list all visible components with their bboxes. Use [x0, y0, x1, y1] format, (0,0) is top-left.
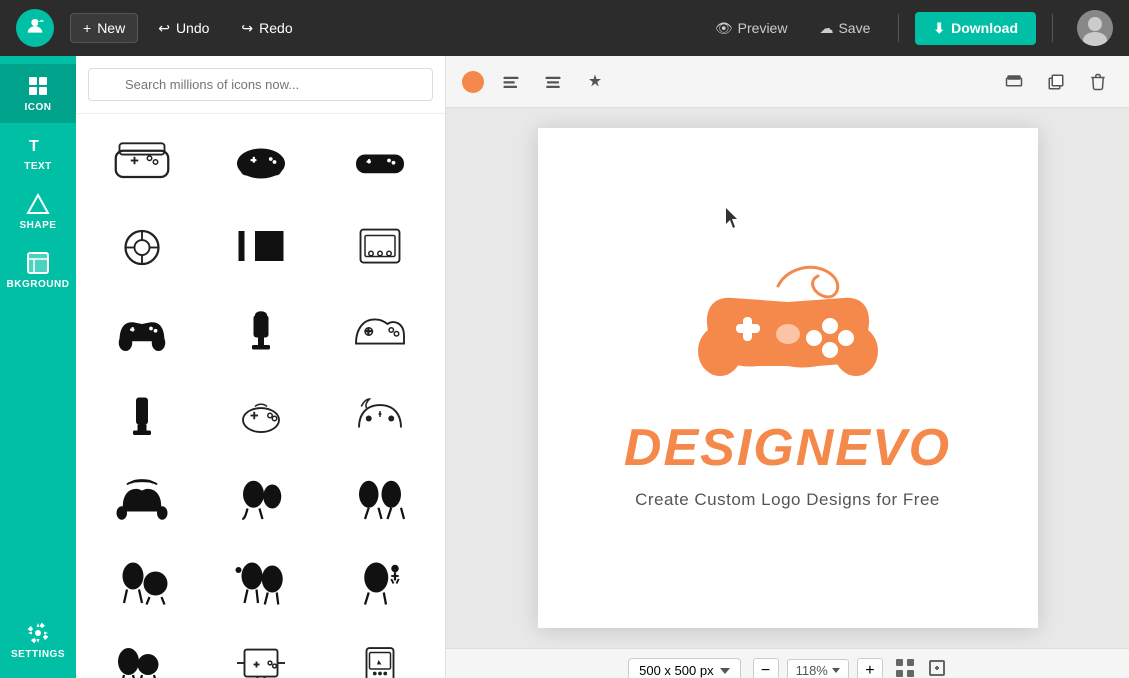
align-left-button[interactable]: [496, 67, 526, 97]
list-item[interactable]: [203, 626, 318, 678]
main-layout: ICON T TEXT SHAPE BKGROUND SETTINGS: [0, 56, 1129, 678]
duplicate-button[interactable]: [1041, 67, 1071, 97]
list-item[interactable]: [322, 542, 437, 622]
download-button[interactable]: ⬇ Download: [915, 12, 1036, 45]
list-item[interactable]: [84, 206, 199, 286]
list-item[interactable]: [84, 626, 199, 678]
list-item[interactable]: [84, 290, 199, 370]
sidebar-item-settings[interactable]: SETTINGS: [0, 611, 76, 670]
svg-text:T: T: [29, 138, 39, 155]
sidebar-item-shape[interactable]: SHAPE: [0, 182, 76, 241]
canvas-board[interactable]: DESIGNEVO Create Custom Logo Designs for…: [538, 128, 1038, 628]
toolbar: + New ↩ Undo ↪ Redo 👁 Preview ☁ Save ⬇ D…: [0, 0, 1129, 56]
list-item[interactable]: [203, 458, 318, 538]
icons-grid: [76, 114, 445, 678]
preview-button[interactable]: 👁 Preview: [703, 14, 800, 43]
canvas-bottom-bar: 500 x 500 px − 118% +: [446, 648, 1129, 678]
sidebar-item-bkground[interactable]: BKGROUND: [0, 241, 76, 300]
download-icon: ⬇: [933, 20, 945, 37]
logo-secondary-text: Create Custom Logo Designs for Free: [635, 490, 940, 510]
list-item[interactable]: [84, 374, 199, 454]
list-item[interactable]: [84, 122, 199, 202]
plus-icon: +: [83, 20, 91, 36]
sidebar-item-icon[interactable]: ICON: [0, 64, 76, 123]
list-item[interactable]: [322, 458, 437, 538]
logo-image: DESIGNEVO Create Custom Logo Designs for…: [624, 246, 951, 510]
align-center-button[interactable]: [538, 67, 568, 97]
left-sidebar: ICON T TEXT SHAPE BKGROUND SETTINGS: [0, 56, 76, 678]
delete-button[interactable]: [1083, 67, 1113, 97]
list-item[interactable]: [84, 542, 199, 622]
undo-icon: ↩: [158, 20, 170, 37]
list-item[interactable]: [203, 206, 318, 286]
toolbar-separator: [898, 14, 899, 42]
list-item[interactable]: [322, 374, 437, 454]
app-logo[interactable]: [16, 9, 54, 47]
search-box: [76, 56, 445, 114]
fx-button[interactable]: [580, 67, 610, 97]
list-item[interactable]: [84, 458, 199, 538]
icon-panel: [76, 56, 446, 678]
logo-primary-text: DESIGNEVO: [624, 418, 951, 478]
list-item[interactable]: [322, 206, 437, 286]
list-item[interactable]: [322, 290, 437, 370]
save-button[interactable]: ☁ Save: [807, 14, 882, 43]
eye-icon: 👁: [715, 20, 733, 37]
zoom-control: − 118% +: [753, 658, 883, 678]
new-button[interactable]: + New: [70, 13, 138, 43]
list-item[interactable]: [203, 122, 318, 202]
list-item[interactable]: [322, 122, 437, 202]
list-item[interactable]: [203, 290, 318, 370]
zoom-value[interactable]: 118%: [787, 659, 849, 678]
list-item[interactable]: [203, 542, 318, 622]
redo-button[interactable]: ↪ Redo: [229, 14, 304, 43]
fit-view-button[interactable]: [927, 658, 947, 678]
toolbar-separator-2: [1052, 14, 1053, 42]
sidebar-item-text[interactable]: T TEXT: [0, 123, 76, 182]
canvas-viewport[interactable]: DESIGNEVO Create Custom Logo Designs for…: [446, 108, 1129, 648]
list-item[interactable]: [203, 374, 318, 454]
list-item[interactable]: [322, 626, 437, 678]
grid-view-button[interactable]: [895, 658, 915, 678]
cloud-icon: ☁: [819, 20, 833, 37]
user-avatar[interactable]: [1077, 10, 1113, 46]
size-select[interactable]: 500 x 500 px: [628, 658, 740, 678]
redo-icon: ↪: [241, 20, 253, 37]
undo-button[interactable]: ↩ Undo: [146, 14, 221, 43]
search-input[interactable]: [88, 68, 433, 101]
search-wrapper: [88, 68, 433, 101]
canvas-toolbar: [446, 56, 1129, 108]
zoom-in-button[interactable]: +: [857, 658, 883, 678]
layers-button[interactable]: [999, 67, 1029, 97]
canvas-area: DESIGNEVO Create Custom Logo Designs for…: [446, 56, 1129, 678]
color-picker[interactable]: [462, 71, 484, 93]
zoom-out-button[interactable]: −: [753, 658, 779, 678]
